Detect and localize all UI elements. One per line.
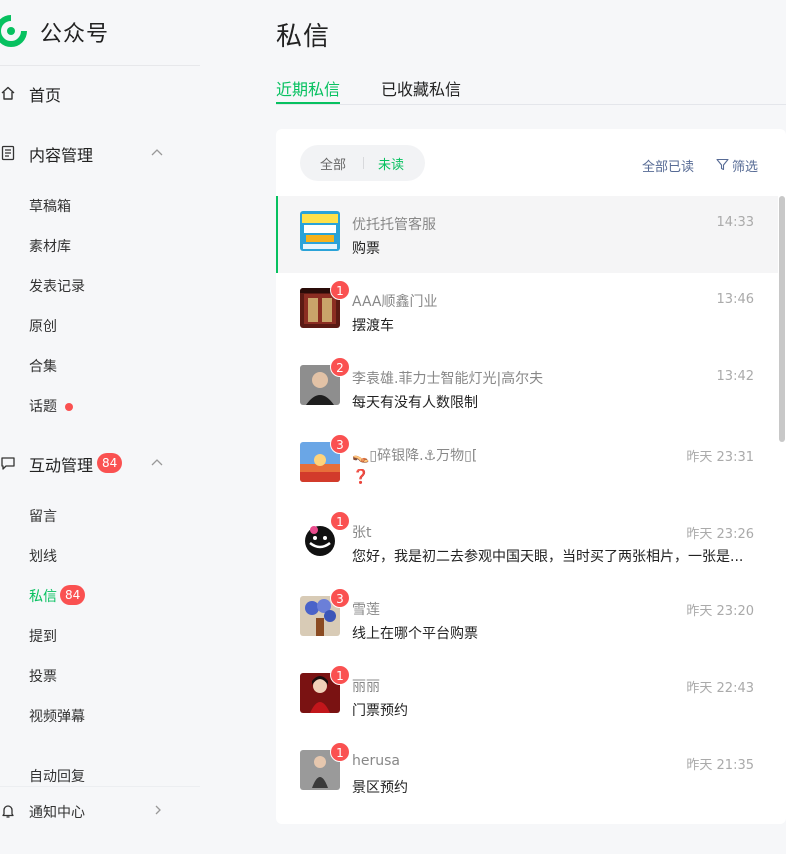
- message-preview: ❓: [352, 469, 370, 485]
- private-messages-badge: 84: [60, 585, 86, 605]
- nav-publish-records[interactable]: 发表记录: [29, 276, 85, 300]
- nav-interaction-management[interactable]: 互动管理 84: [0, 448, 200, 478]
- sender-name: 李袁雄.菲力士智能灯光|高尔夫: [352, 371, 544, 387]
- filter-button-label: 筛选: [732, 160, 759, 175]
- tab-recent-messages[interactable]: 近期私信: [276, 76, 340, 100]
- message-item[interactable]: 优托托管客服 14:33 购票: [276, 196, 778, 273]
- sidebar: 公众号 首页 内容管理 草稿箱 素材库 发表记录 原创 合集 话题 互动管理 8…: [0, 0, 248, 854]
- message-time: 昨天 23:26: [686, 527, 754, 542]
- message-tabs: 近期私信 已收藏私信: [276, 74, 786, 105]
- message-preview: 购票: [352, 241, 380, 257]
- message-time: 14:33: [716, 215, 754, 230]
- message-preview: 线上在哪个平台购票: [352, 626, 478, 642]
- interaction-count-badge: 84: [97, 453, 123, 473]
- read-filter-toggle: 全部 未读: [300, 145, 425, 181]
- message-item[interactable]: 3 雪莲 昨天 23:20 线上在哪个平台购票: [276, 581, 778, 658]
- funnel-icon: [716, 158, 729, 171]
- tab-saved-messages[interactable]: 已收藏私信: [381, 76, 461, 100]
- message-time: 昨天 23:20: [686, 604, 754, 619]
- divider: [363, 157, 364, 169]
- divider: [0, 65, 200, 66]
- nav-mentions[interactable]: 提到: [29, 626, 57, 650]
- unread-count-badge: 3: [330, 434, 350, 454]
- message-panel: 全部 未读 全部已读 筛选 优托托管客服 14:33 购票 1 AAA顺鑫门业 …: [276, 129, 786, 824]
- nav-material-library[interactable]: 素材库: [29, 236, 71, 260]
- sender-name: 丽丽: [352, 679, 380, 695]
- sender-name: 张t: [352, 525, 372, 541]
- home-icon: [1, 86, 15, 100]
- nav-video-danmaku[interactable]: 视频弹幕: [29, 706, 85, 730]
- unread-count-badge: 1: [330, 511, 350, 531]
- message-item[interactable]: 1 herusa 昨天 21:35 景区预约: [276, 735, 778, 812]
- new-indicator-dot: [65, 403, 73, 411]
- document-icon: [1, 145, 15, 161]
- filter-unread[interactable]: 未读: [378, 154, 404, 173]
- message-preview: 景区预约: [352, 780, 408, 796]
- nav-content-management-label: 内容管理: [29, 146, 94, 165]
- unread-count-badge: 1: [330, 280, 350, 300]
- nav-notification-center-label: 通知中心: [29, 805, 85, 821]
- active-tab-indicator: [276, 102, 340, 104]
- unread-count-badge: 3: [330, 588, 350, 608]
- unread-count-badge: 2: [330, 357, 350, 377]
- nav-notification-center[interactable]: 通知中心: [0, 786, 200, 836]
- nav-topics-label: 话题: [29, 399, 57, 415]
- nav-collections[interactable]: 合集: [29, 356, 57, 380]
- sender-name: 雪莲: [352, 602, 380, 618]
- divider: [0, 786, 200, 787]
- nav-highlights[interactable]: 划线: [29, 546, 57, 570]
- message-time: 13:46: [716, 292, 754, 307]
- message-preview: 每天有没有人数限制: [352, 395, 478, 411]
- mark-all-read-button[interactable]: 全部已读: [642, 156, 694, 175]
- nav-drafts[interactable]: 草稿箱: [29, 196, 71, 220]
- nav-interaction-management-label: 互动管理: [29, 456, 94, 475]
- nav-content-management[interactable]: 内容管理: [0, 138, 200, 168]
- bell-icon: [2, 805, 14, 818]
- message-item[interactable]: 1 AAA顺鑫门业 13:46 摆渡车: [276, 273, 778, 350]
- wechat-mp-logo-icon: [0, 14, 28, 47]
- avatar: [300, 211, 340, 251]
- message-preview: 您好，我是初二去参观中国天眼，当时买了两张相片，一张是...: [352, 549, 744, 565]
- nav-original[interactable]: 原创: [29, 316, 57, 340]
- nav-polls[interactable]: 投票: [29, 666, 57, 690]
- nav-home[interactable]: 首页: [0, 78, 200, 108]
- message-time: 昨天 21:35: [686, 758, 754, 773]
- message-preview: 门票预约: [352, 703, 408, 719]
- scrollbar[interactable]: [778, 196, 786, 824]
- nav-private-messages[interactable]: 私信 84: [29, 585, 89, 610]
- sender-name: 优托托管客服: [352, 217, 436, 233]
- message-time: 昨天 22:43: [686, 681, 754, 696]
- chevron-up-icon[interactable]: [150, 456, 164, 470]
- nav-comments[interactable]: 留言: [29, 506, 57, 530]
- message-time: 昨天 23:31: [686, 450, 754, 465]
- chevron-up-icon[interactable]: [150, 146, 164, 160]
- unread-count-badge: 1: [330, 665, 350, 685]
- nav-topics[interactable]: 话题: [29, 396, 89, 420]
- message-time: 13:42: [716, 369, 754, 384]
- chevron-right-icon: [155, 805, 161, 815]
- message-preview: 摆渡车: [352, 318, 394, 334]
- sender-name: 👡▯碎银降.⚓万物▯[: [352, 448, 478, 464]
- main-content: 私信 近期私信 已收藏私信 全部 未读 全部已读 筛选 优托托管客服 14:33…: [248, 0, 786, 854]
- message-item[interactable]: 3 👡▯碎银降.⚓万物▯[ 昨天 23:31 ❓: [276, 427, 778, 504]
- sender-name: AAA顺鑫门业: [352, 294, 438, 310]
- nav-private-messages-label: 私信: [29, 589, 57, 605]
- message-item[interactable]: 1 张t 昨天 23:26 您好，我是初二去参观中国天眼，当时买了两张相片，一张…: [276, 504, 778, 581]
- sender-name: herusa: [352, 753, 400, 769]
- app-title: 公众号: [40, 22, 110, 47]
- filter-all[interactable]: 全部: [320, 154, 346, 173]
- scrollbar-thumb[interactable]: [779, 196, 785, 442]
- nav-home-label: 首页: [29, 86, 62, 105]
- message-item[interactable]: 2 李袁雄.菲力士智能灯光|高尔夫 13:42 每天有没有人数限制: [276, 350, 778, 427]
- unread-count-badge: 1: [330, 742, 350, 762]
- page-title: 私信: [276, 22, 331, 52]
- logo-row: 公众号: [0, 0, 248, 66]
- message-item[interactable]: 1 丽丽 昨天 22:43 门票预约: [276, 658, 778, 735]
- chat-bubble-icon: [1, 457, 15, 470]
